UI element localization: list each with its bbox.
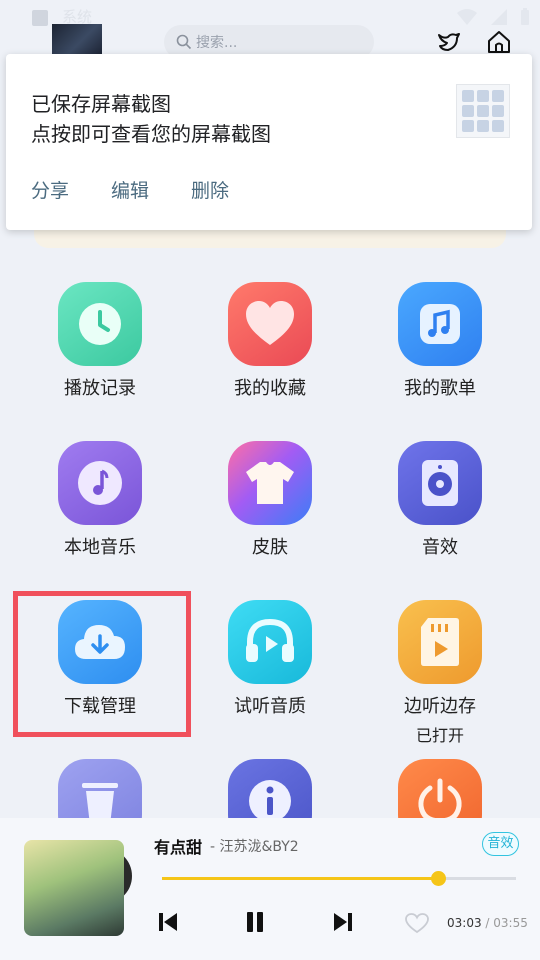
album-cover[interactable] (24, 840, 124, 936)
clock-icon (58, 282, 142, 366)
screenshot-notification[interactable]: 已保存屏幕截图 点按即可查看您的屏幕截图 分享 编辑 删除 (6, 54, 532, 230)
screenshot-thumbnail[interactable] (456, 84, 510, 138)
grid-label: 皮肤 (252, 537, 288, 558)
grid-item-skin[interactable]: 皮肤 (185, 441, 355, 559)
grid-label: 播放记录 (64, 378, 136, 399)
music-note-icon (398, 282, 482, 366)
grid-item-play-history[interactable]: 播放记录 (15, 282, 185, 400)
avatar[interactable] (52, 24, 102, 58)
current-time: 03:03 (447, 916, 482, 930)
grid-item-local-music[interactable]: 本地音乐 (15, 441, 185, 559)
tshirt-icon (228, 441, 312, 525)
share-button[interactable]: 分享 (31, 176, 69, 203)
duration: 03:55 (493, 916, 528, 930)
progress-knob[interactable] (431, 871, 447, 886)
heart-icon (228, 282, 312, 366)
heart-outline-icon[interactable] (404, 912, 430, 934)
grid-item-favorites[interactable]: 我的收藏 (185, 282, 355, 400)
grid-item-sound-effects[interactable]: 音效 (355, 441, 525, 559)
previous-icon[interactable] (156, 910, 180, 934)
playback-time: 03:03 / 03:55 (447, 916, 528, 930)
mini-player[interactable]: 有点甜 - 汪苏泷&BY2 音效 03:03 / 03:55 (0, 818, 540, 960)
grid-label: 我的收藏 (234, 378, 306, 399)
grid-item-cache-while-listening[interactable]: 边听边存 已打开 (355, 600, 525, 746)
grid-label: 试听音质 (234, 696, 306, 717)
bird-icon[interactable] (436, 29, 462, 55)
home-icon[interactable] (486, 29, 512, 55)
sd-card-icon (398, 600, 482, 684)
grid-label: 边听边存 (404, 696, 476, 717)
sound-effect-badge[interactable]: 音效 (482, 832, 519, 856)
search-icon (176, 34, 192, 50)
grid-label: 本地音乐 (64, 537, 136, 558)
grid-item-my-playlists[interactable]: 我的歌单 (355, 282, 525, 400)
notification-actions: 分享 编辑 删除 (31, 176, 229, 203)
pause-icon[interactable] (243, 910, 267, 934)
notification-title: 已保存屏幕截图 (31, 92, 171, 116)
grid-item-audio-quality[interactable]: 试听音质 (185, 600, 355, 718)
highlight-box (13, 591, 191, 737)
edit-button[interactable]: 编辑 (111, 176, 149, 203)
progress-fill (162, 877, 439, 880)
song-title: 有点甜 (154, 838, 203, 857)
notification-text: 点按即可查看您的屏幕截图 (31, 122, 271, 146)
next-icon[interactable] (331, 910, 355, 934)
speaker-icon (398, 441, 482, 525)
grid-label: 音效 (422, 537, 458, 558)
headphones-icon (228, 600, 312, 684)
music-disc-icon (58, 441, 142, 525)
progress-bar[interactable] (162, 871, 516, 886)
search-placeholder: 搜索... (196, 35, 238, 51)
song-artist: - 汪苏泷&BY2 (210, 839, 299, 855)
cache-status: 已打开 (415, 726, 464, 745)
grid-label: 我的歌单 (404, 378, 476, 399)
delete-button[interactable]: 删除 (191, 176, 229, 203)
